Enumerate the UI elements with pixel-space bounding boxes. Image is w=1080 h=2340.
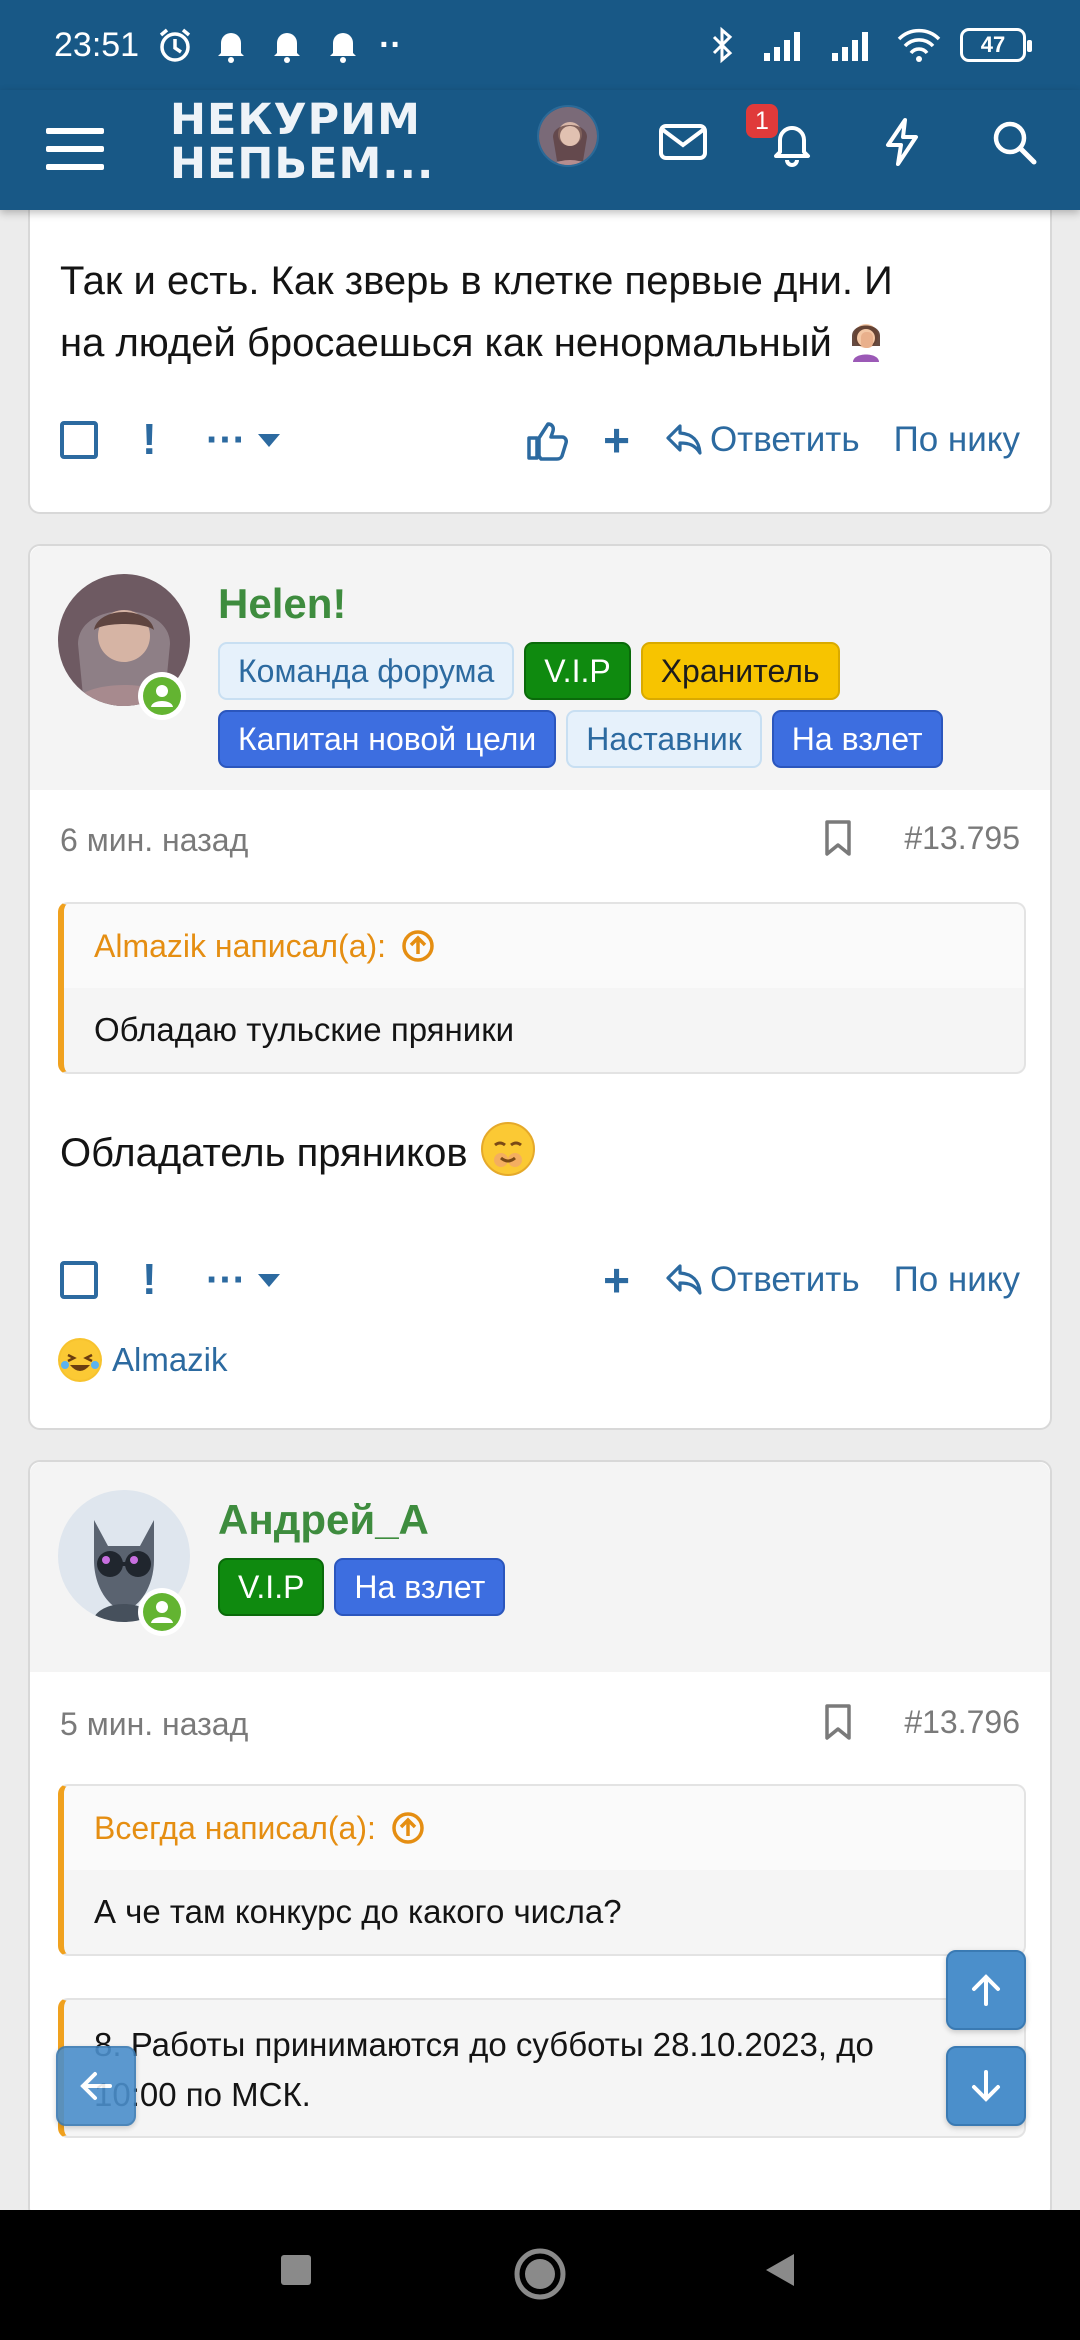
quote-block: Всегда написал(а): А че там конкурс до к… xyxy=(58,1784,1026,1956)
select-checkbox[interactable] xyxy=(60,1261,98,1299)
reply-by-nick-button[interactable]: По нику xyxy=(894,1260,1020,1300)
quote-block: Almazik написал(а): Обладаю тульские пря… xyxy=(58,902,1026,1074)
user-badge: Наставник xyxy=(566,710,762,768)
arrow-up-circle-icon[interactable] xyxy=(390,1810,426,1846)
status-bar: 23:51 ·· 47 xyxy=(0,0,1080,90)
reply-button[interactable]: Ответить xyxy=(664,420,860,460)
arrow-up-icon xyxy=(972,1974,1000,2006)
alarm-icon xyxy=(159,28,191,62)
recent-apps-icon[interactable] xyxy=(276,2250,316,2290)
search-icon[interactable] xyxy=(986,114,1042,170)
more-options-button[interactable]: ··· xyxy=(206,1258,280,1303)
reply-icon xyxy=(666,424,702,455)
report-button[interactable]: ! xyxy=(142,415,162,465)
post-text: Так и есть. Как зверь в клетке первые дн… xyxy=(60,259,893,365)
home-icon[interactable] xyxy=(512,2246,568,2302)
post-card: Так и есть. Как зверь в клетке первые дн… xyxy=(28,170,1052,514)
bell-notification-icon xyxy=(330,33,357,63)
select-checkbox[interactable] xyxy=(60,421,98,459)
site-logo[interactable]: НЕКУРИМ НЕПЬЕМ... xyxy=(170,98,434,186)
chevron-down-icon xyxy=(257,1273,280,1287)
post-meta: #13.795 xyxy=(822,818,1020,858)
post-number[interactable]: #13.795 xyxy=(904,820,1020,857)
more-notifications-dots: ·· xyxy=(379,25,402,64)
user-badge: V.I.P xyxy=(524,642,631,700)
report-button[interactable]: ! xyxy=(142,1255,162,1305)
back-nav-icon[interactable] xyxy=(760,2250,800,2290)
wifi-icon xyxy=(897,28,941,62)
arrow-down-icon xyxy=(972,2070,1000,2102)
reply-icon xyxy=(666,1264,702,1295)
reply-button[interactable]: Ответить xyxy=(664,1260,860,1300)
user-avatar[interactable] xyxy=(537,105,599,167)
menu-icon[interactable] xyxy=(44,118,106,180)
post-number[interactable]: #13.796 xyxy=(904,1704,1020,1741)
smiling-emoji-icon xyxy=(479,1122,537,1176)
username[interactable]: Helen! xyxy=(218,580,346,628)
user-badge: На взлет xyxy=(334,1558,506,1616)
bell-notification-icon xyxy=(274,33,301,63)
notification-count-badge: 1 xyxy=(746,104,778,138)
post-meta: #13.796 xyxy=(822,1702,1020,1742)
reaction-user[interactable]: Almazik xyxy=(112,1341,228,1379)
battery-indicator: 47 xyxy=(960,28,1032,62)
system-navigation-bar xyxy=(0,2210,1080,2340)
user-badge: Команда форума xyxy=(218,642,515,700)
quote-text: А че там конкурс до какого числа? xyxy=(94,1893,622,1930)
user-badges: Команда форума V.I.P Хранитель Капитан н… xyxy=(218,642,1018,768)
quote-text: Обладаю тульские пряники xyxy=(94,1011,515,1048)
user-info-header: Helen! Команда форума V.I.P Хранитель Ка… xyxy=(30,546,1050,790)
bluetooth-icon xyxy=(712,26,733,64)
more-options-button[interactable]: ··· xyxy=(206,418,280,463)
post-time[interactable]: 5 мин. назад xyxy=(60,1706,248,1743)
add-reaction-button[interactable]: + xyxy=(603,1257,630,1303)
scroll-top-button[interactable] xyxy=(946,1950,1026,2030)
laughing-emoji-icon xyxy=(58,1338,102,1382)
facepalm-emoji-icon xyxy=(843,321,889,365)
bell-notification-icon xyxy=(218,33,245,63)
user-badge: Хранитель xyxy=(640,642,840,700)
username[interactable]: Андрей_А xyxy=(218,1496,429,1544)
quote-block: 8. Работы принимаются до субботы 28.10.2… xyxy=(58,1998,1026,2138)
signal-icon xyxy=(832,32,868,61)
lightning-icon[interactable] xyxy=(874,114,930,170)
user-badges: V.I.P На взлет xyxy=(218,1558,1018,1616)
arrow-left-icon xyxy=(80,2072,112,2100)
quote-header[interactable]: Всегда написал(а): xyxy=(64,1786,1024,1870)
bookmark-icon[interactable] xyxy=(822,1702,854,1742)
add-reaction-button[interactable]: + xyxy=(603,417,630,463)
bookmark-icon[interactable] xyxy=(822,818,854,858)
back-button[interactable] xyxy=(56,2046,136,2126)
post-card: Андрей_А V.I.P На взлет 5 мин. назад #13… xyxy=(28,1460,1052,2220)
like-icon[interactable] xyxy=(525,418,569,462)
quote-header[interactable]: Almazik написал(а): xyxy=(64,904,1024,988)
user-badge: Капитан новой цели xyxy=(218,710,557,768)
online-status-icon xyxy=(138,1588,186,1636)
reply-by-nick-button[interactable]: По нику xyxy=(894,420,1020,460)
user-badge: V.I.P xyxy=(218,1558,325,1616)
user-badge: На взлет xyxy=(771,710,943,768)
scroll-bottom-button[interactable] xyxy=(946,2046,1026,2126)
post-actions: ! ··· + Ответить По нику xyxy=(60,1250,1020,1310)
chevron-down-icon xyxy=(257,433,280,447)
signal-icon xyxy=(764,32,800,61)
app-header: НЕКУРИМ НЕПЬЕМ... 1 xyxy=(0,90,1080,210)
user-info-header: Андрей_А V.I.P На взлет xyxy=(30,1462,1050,1672)
post-text: Обладатель пряников xyxy=(60,1120,537,1184)
clock: 23:51 xyxy=(54,25,140,64)
arrow-up-circle-icon[interactable] xyxy=(400,928,436,964)
post-time[interactable]: 6 мин. назад xyxy=(60,822,248,859)
post-actions: ! ··· + Ответить По нику xyxy=(60,410,1020,470)
online-status-icon xyxy=(138,672,186,720)
reactions-summary[interactable]: Almazik xyxy=(58,1338,228,1382)
mail-icon[interactable] xyxy=(655,114,711,170)
post-card: Helen! Команда форума V.I.P Хранитель Ка… xyxy=(28,544,1052,1430)
quote-text: 8. Работы принимаются до субботы 28.10.2… xyxy=(94,2026,874,2113)
